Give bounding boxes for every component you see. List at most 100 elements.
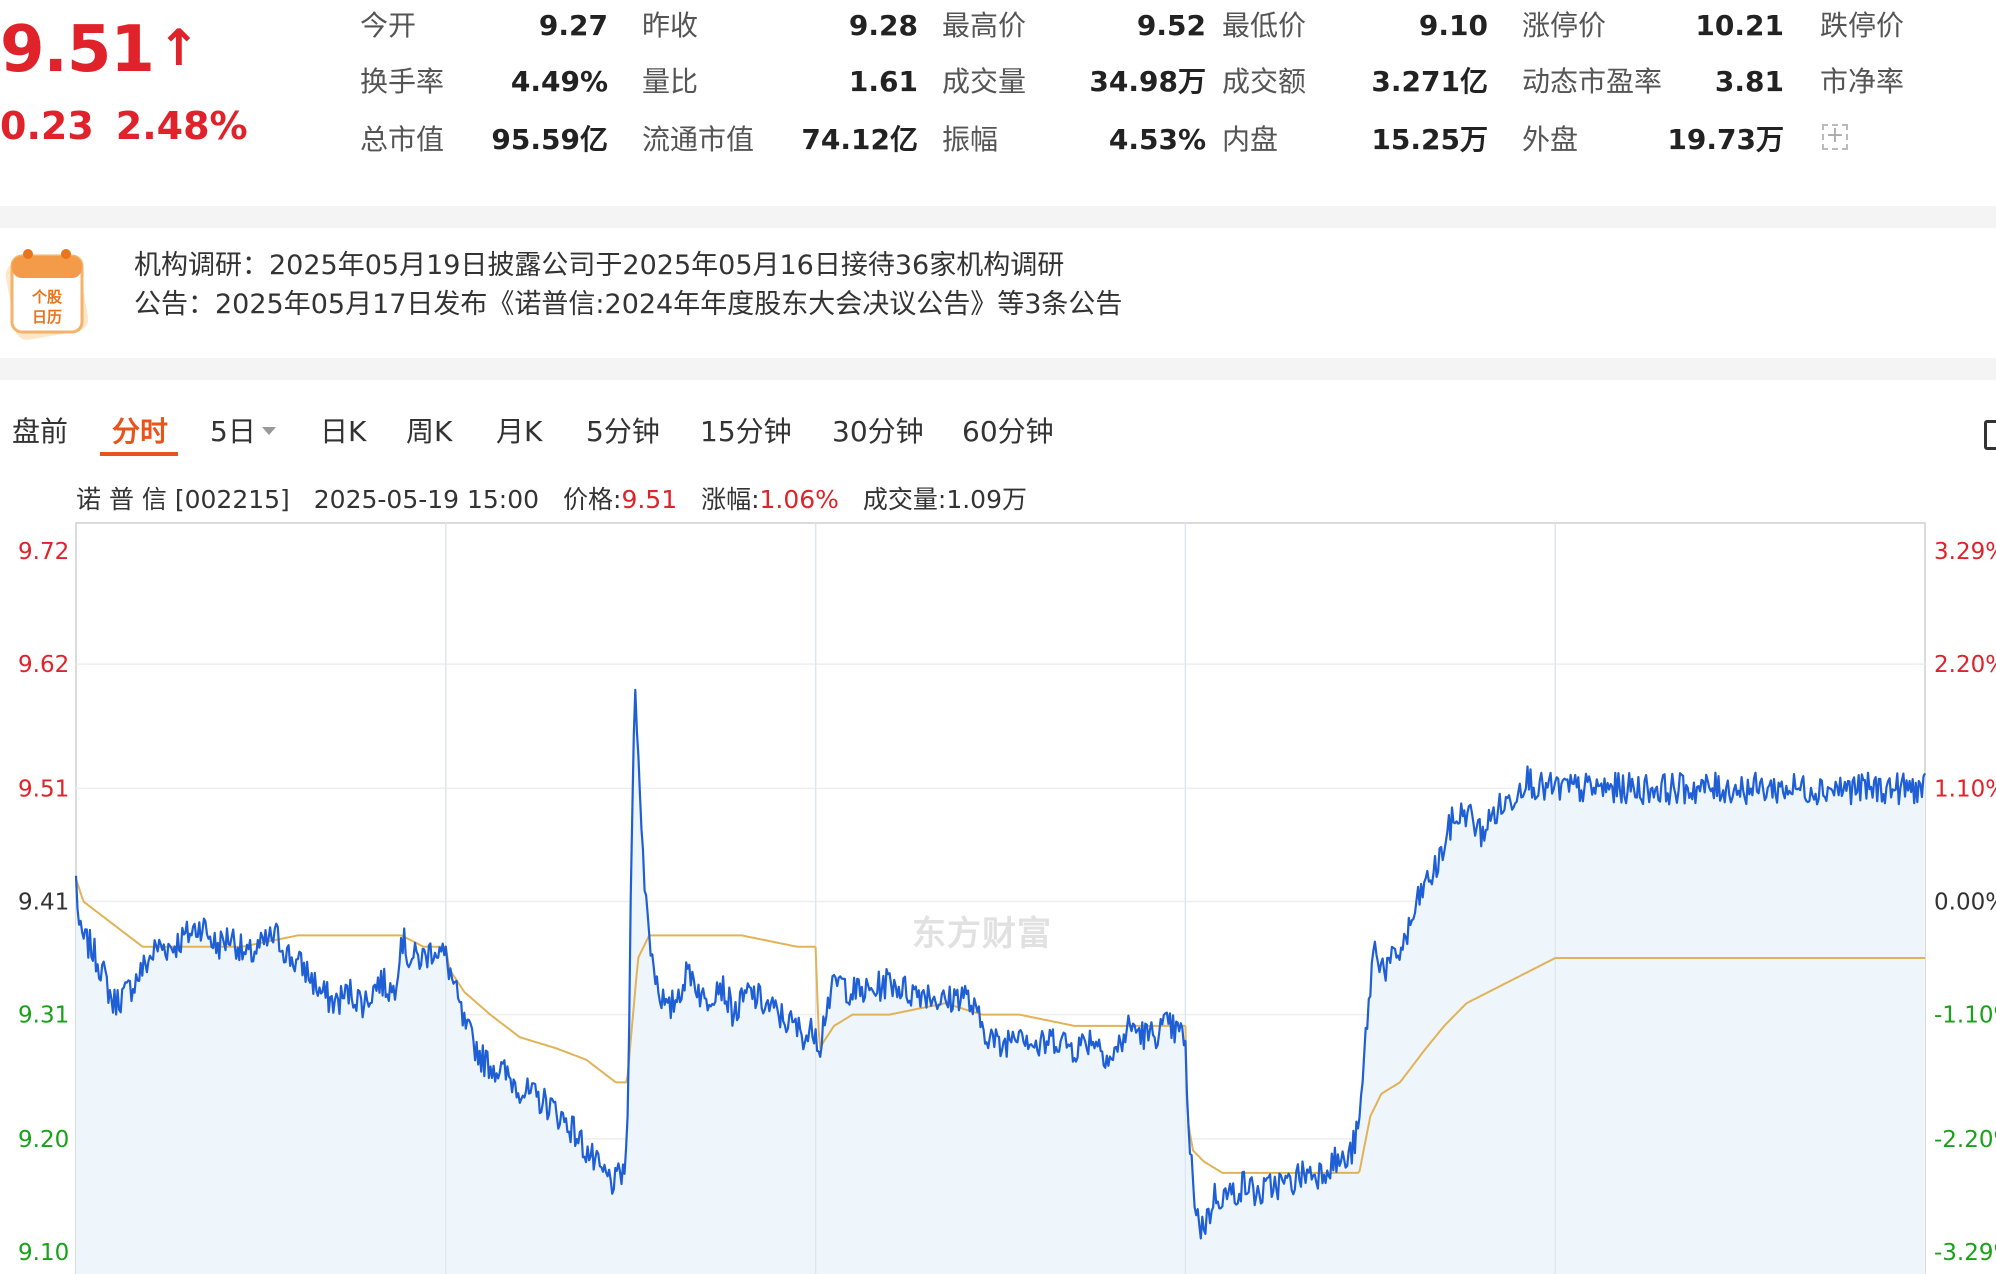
stat-value: 9.10 [1418, 9, 1488, 42]
stat-value: 74.12亿 [801, 123, 918, 156]
quote-row: 今开9.27昨收9.28最高价9.52最低价9.10涨停价10.21跌停价8.3 [360, 6, 1996, 46]
tab-9[interactable]: 60分钟 [962, 408, 1054, 456]
stat-value: 9.52 [1136, 9, 1206, 42]
tab-8[interactable]: 30分钟 [832, 408, 924, 456]
stat-value: 10.21 [1695, 9, 1784, 42]
stat-label: 跌停价 [1820, 9, 1905, 42]
news-strip: 个股 日历 机构调研：2025年05月19日披露公司于2025年05月16日接待… [0, 228, 1996, 358]
y-tick-right: 2.20% [1934, 652, 1996, 678]
quote-row: 总市值 95.59亿 流通市值 74.12亿 振幅 4.53% 内盘 15.25万 外盘 19.7… [360, 120, 1996, 160]
active-tab-underline [100, 452, 178, 456]
tab-label: 60分钟 [962, 415, 1054, 448]
stock-name: 诺 普 信 [76, 485, 167, 514]
tab-label: 月K [496, 415, 543, 448]
tab-label: 周K [406, 415, 453, 448]
stat-value: 9.28 [848, 9, 918, 42]
stat-value: 15.25万 [1371, 123, 1488, 156]
change-amount: 0.23 [0, 104, 94, 148]
tab-1[interactable]: 分时 [112, 408, 168, 456]
info-price-value: 9.51 [621, 485, 678, 514]
stat-value: 1.61 [848, 65, 918, 98]
quote-row: 换手率 4.49% 量比 1.61 成交量 34.98万 成交额 3.271亿 动态市盈率 3.8… [360, 62, 1996, 102]
y-tick-left: 9.62 [18, 652, 69, 678]
y-tick-right: 0.00% [1934, 890, 1996, 916]
stock-code: [002215] [174, 485, 290, 514]
stat-label: 市净率 [1820, 65, 1905, 98]
quote-header: 9.51↑ 0.23 2.48% 今开 9.27 昨收 9.28 最高价 9.52 最低价 9.… [0, 0, 1996, 206]
stat-value: 19.73万 [1667, 123, 1784, 156]
info-price-label: 价格: [563, 485, 622, 514]
stat-value: 95.59亿 [491, 123, 608, 156]
svg-text:日历: 日历 [32, 308, 62, 326]
y-tick-right: 1.10% [1934, 776, 1996, 802]
y-tick-right: 3.29% [1934, 539, 1996, 565]
dropdown-caret-icon [261, 427, 276, 435]
watermark-logo: 东方财富 [912, 914, 1052, 954]
y-tick-left: 9.72 [18, 539, 69, 565]
info-volume-value: 1.09万 [946, 485, 1027, 514]
tab-4[interactable]: 周K [406, 408, 452, 456]
stat-label: 涨停价 [1522, 9, 1607, 42]
chart-period-tabs: 盘前 分时 5日 日K 周K 月K 5分钟 15分钟 30分钟 60分钟 [0, 408, 1996, 468]
stat-label: 动态市盈率 [1522, 65, 1663, 98]
y-tick-left: 9.51 [18, 776, 69, 802]
stat-label: 内盘 [1222, 123, 1279, 156]
y-tick-left: 9.41 [18, 890, 69, 916]
last-price-value: 9.51 [0, 13, 155, 87]
tab-0[interactable]: 盘前 [12, 408, 68, 456]
stat-label: 今开 [360, 9, 417, 42]
info-datetime: 2025-05-19 15:00 [313, 485, 540, 514]
last-price: 9.51↑ [0, 8, 200, 90]
tab-label: 15分钟 [700, 415, 792, 448]
info-volume-label: 成交量: [862, 485, 947, 514]
y-tick-right: -3.29% [1934, 1240, 1996, 1266]
y-tick-left: 9.31 [18, 1003, 69, 1029]
stat-value: 3.81 [1714, 65, 1784, 98]
tab-3[interactable]: 日K [320, 408, 366, 456]
stat-label: 最低价 [1222, 9, 1307, 42]
stat-value: 4.53% [1108, 123, 1206, 156]
price-change: 0.23 2.48% [0, 102, 248, 150]
up-arrow-icon: ↑ [157, 19, 200, 77]
announcement-news-link[interactable]: 公告：2025年05月17日发布《诺普信:2024年年度股东大会决议公告》等3条… [134, 285, 1122, 325]
divider-band [0, 206, 1996, 228]
tab-label: 5分钟 [586, 415, 660, 448]
stat-label: 昨收 [642, 9, 699, 42]
expand-stats-icon[interactable]: + [1822, 124, 1848, 150]
research-news-link[interactable]: 机构调研：2025年05月19日披露公司于2025年05月16日接待36家机构调… [134, 246, 1064, 286]
stat-value: 34.98万 [1089, 65, 1206, 98]
tab-7[interactable]: 15分钟 [700, 408, 792, 456]
tab-5[interactable]: 月K [496, 408, 542, 456]
tab-label: 5日 [210, 415, 256, 448]
stat-label: 总市值 [360, 123, 445, 156]
stat-label: 流通市值 [642, 123, 755, 156]
tab-2[interactable]: 5日 [210, 408, 276, 456]
y-tick-right: -1.10% [1934, 1003, 1996, 1029]
tab-6[interactable]: 5分钟 [586, 408, 660, 456]
tab-label: 盘前 [12, 415, 69, 448]
intraday-chart[interactable]: 9.72 3.29% 9.62 2.20% 9.51 1.10% 9.41 0.00% 9.31… [0, 520, 1996, 1274]
divider-band [0, 358, 1996, 380]
info-change-value: 1.06% [759, 485, 839, 514]
stat-value: 3.271亿 [1371, 65, 1488, 98]
fullscreen-icon[interactable] [1984, 420, 1996, 450]
stat-value: 4.49% [510, 65, 608, 98]
y-tick-left: 9.20 [18, 1127, 69, 1153]
tab-label: 分时 [112, 415, 169, 448]
y-tick-right: -2.20% [1934, 1127, 1996, 1153]
stat-label: 最高价 [942, 9, 1027, 42]
y-tick-left: 9.10 [18, 1240, 69, 1266]
tab-label: 日K [320, 415, 367, 448]
change-percent: 2.48% [115, 104, 248, 148]
stat-value: 9.27 [538, 9, 608, 42]
stat-label: 外盘 [1522, 123, 1579, 156]
svg-text:个股: 个股 [31, 288, 63, 306]
stat-label: 量比 [642, 65, 699, 98]
chart-info-line: 诺 普 信 [002215] 2025-05-19 15:00 价格:9.51 … [76, 480, 1027, 520]
info-change-label: 涨幅: [701, 485, 760, 514]
stat-label: 成交额 [1222, 65, 1307, 98]
stat-label: 成交量 [942, 65, 1027, 98]
stat-label: 换手率 [360, 65, 445, 98]
stock-calendar-icon[interactable]: 个股 日历 [4, 240, 90, 342]
tab-label: 30分钟 [832, 415, 924, 448]
